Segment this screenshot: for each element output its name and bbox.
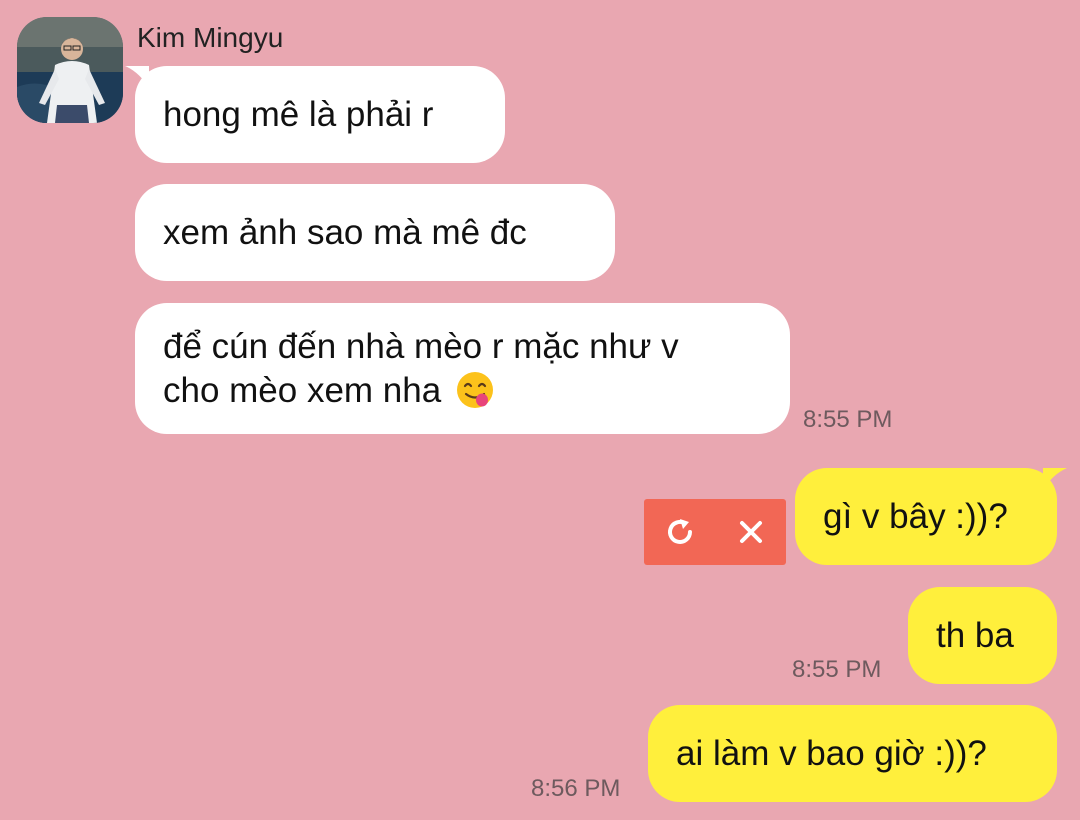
- delete-message-button[interactable]: [715, 499, 786, 565]
- sender-name: Kim Mingyu: [137, 22, 284, 53]
- message-text: ai làm v bao giờ :))?: [676, 733, 987, 773]
- avatar-photo: [17, 17, 123, 123]
- bubble-tail: [1043, 468, 1067, 490]
- outgoing-message-bubble[interactable]: gì v bây :))?: [795, 468, 1067, 565]
- message-text: th ba: [936, 615, 1014, 655]
- message-timestamp: 8:55 PM: [803, 406, 893, 433]
- message-text: hong mê là phải r: [163, 94, 434, 134]
- incoming-message-bubble[interactable]: xem ảnh sao mà mê đc: [135, 184, 615, 281]
- outgoing-message-bubble[interactable]: th ba: [908, 587, 1057, 684]
- message-text: xem ảnh sao mà mê đc: [163, 212, 527, 252]
- retry-icon: [667, 519, 692, 544]
- retry-send-button[interactable]: [644, 499, 715, 565]
- incoming-message-bubble[interactable]: hong mê là phải r: [125, 66, 505, 163]
- incoming-message-bubble[interactable]: để cún đến nhà mèo r mặc như v cho mèo x…: [135, 303, 790, 434]
- bubble-tail: [125, 66, 149, 88]
- close-icon: [739, 521, 762, 543]
- outgoing-message-bubble[interactable]: ai làm v bao giờ :))?: [648, 705, 1057, 802]
- contact-avatar[interactable]: [17, 17, 123, 123]
- message-timestamp: 8:56 PM: [531, 775, 621, 802]
- message-text-line: để cún đến nhà mèo r mặc như v: [163, 326, 679, 366]
- face-savoring-food-emoji: [456, 371, 493, 408]
- message-timestamp: 8:55 PM: [792, 656, 882, 683]
- failed-message-actions: [644, 499, 786, 565]
- message-text-line: cho mèo xem nha: [163, 369, 495, 413]
- message-text: gì v bây :))?: [823, 496, 1008, 536]
